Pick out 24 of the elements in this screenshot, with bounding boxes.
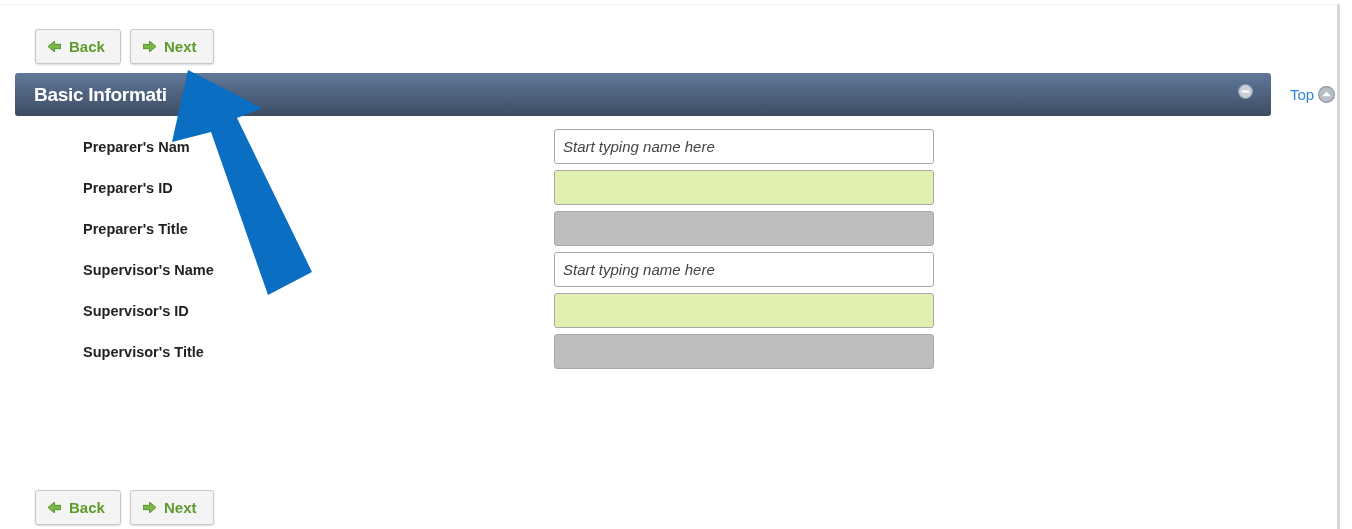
readonly-field[interactable]	[554, 211, 934, 246]
back-button[interactable]: Back	[35, 490, 121, 525]
arrow-left-icon	[48, 502, 61, 513]
input-field[interactable]: Start typing name here	[554, 252, 934, 287]
input-field[interactable]	[554, 293, 934, 328]
field-label: Preparer's Title	[83, 220, 189, 237]
arrow-left-icon	[48, 41, 61, 52]
input-field[interactable]	[554, 170, 934, 205]
arrow-right-icon	[143, 502, 156, 513]
collapse-icon[interactable]	[1238, 84, 1253, 99]
up-icon	[1318, 86, 1336, 103]
input-field[interactable]: Start typing name here	[554, 129, 934, 164]
back-button[interactable]: Back	[35, 29, 121, 64]
section-title: Basic Informati	[34, 83, 167, 106]
top-link[interactable]: Top	[1290, 86, 1336, 103]
field-label: Supervisor's Name	[83, 261, 215, 278]
next-button[interactable]: Next	[130, 29, 214, 64]
arrow-right-icon	[143, 41, 156, 52]
field-label: Supervisor's Title	[83, 343, 205, 360]
field-label: Preparer's Nam	[83, 138, 191, 155]
field-label: Preparer's ID	[83, 179, 174, 196]
next-button[interactable]: Next	[130, 490, 214, 525]
field-label: Supervisor's ID	[83, 302, 190, 319]
readonly-field[interactable]	[554, 334, 934, 369]
